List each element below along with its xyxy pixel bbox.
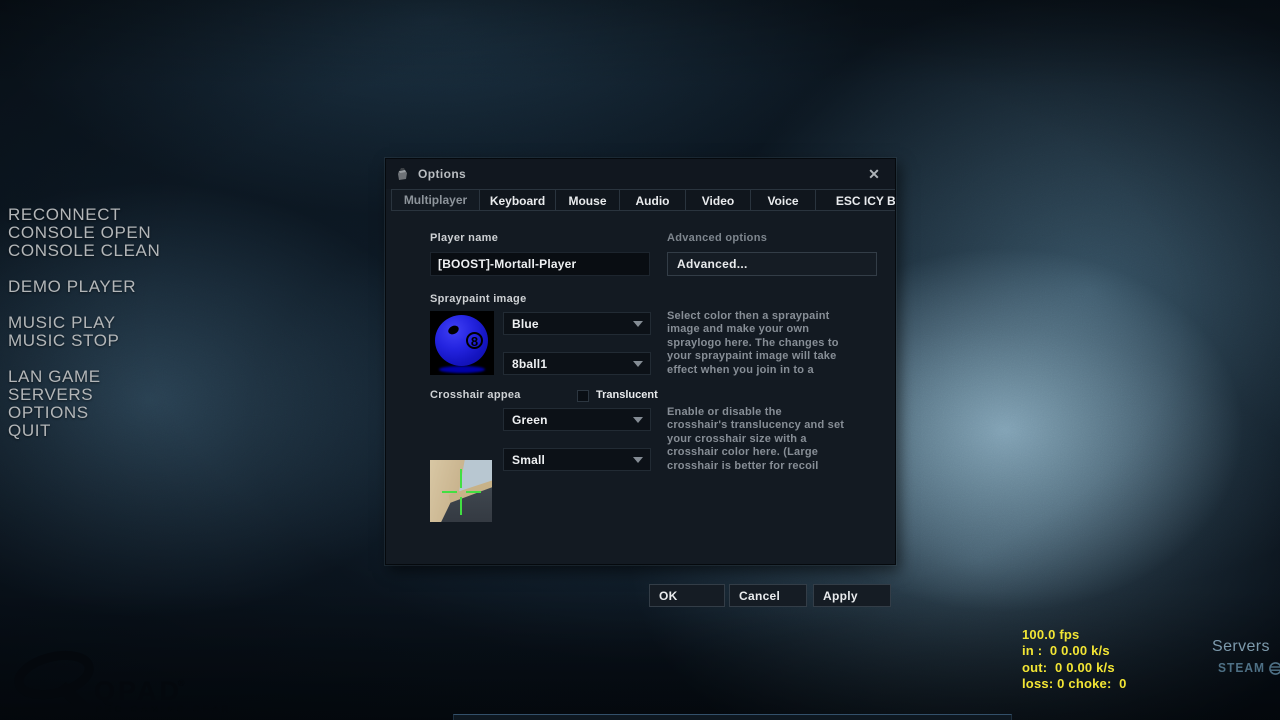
options-dialog-icon [396,167,409,181]
menu-item-servers[interactable]: SERVERS [8,386,160,404]
menu-item-music-stop[interactable]: MUSIC STOP [8,332,160,350]
spray-ball-number: 8 [466,332,483,349]
tab-multiplayer[interactable]: Multiplayer [391,189,480,211]
qpad-tagline: PRO GAMING GEAR [96,704,232,714]
spraypaint-help-text: Select color then a spraypaint image and… [667,310,880,378]
help-line: your crosshair size with a [667,433,880,446]
multiplayer-tab-content: Player name Advanced options Advanced...… [386,212,895,564]
advanced-button[interactable]: Advanced... [667,252,877,276]
fps-readout: 100.0 fps [1022,627,1127,643]
close-icon[interactable]: ✕ [863,164,885,184]
crosshair-segment [460,497,462,515]
crosshair-appearance-label: Crosshair appea [430,389,521,401]
spray-color-value: Blue [504,317,539,331]
spray-image-value: 8ball1 [504,357,547,371]
dialog-titlebar[interactable]: Options ✕ [386,159,895,189]
help-line: crosshair color here. (Large [667,446,880,459]
qpad-wordmark: QPAD [94,676,182,706]
tab-audio[interactable]: Audio [620,189,686,211]
spray-ball-shadow [439,366,485,373]
crosshair-size-dropdown[interactable]: Small [503,448,651,471]
dialog-title: Options [418,167,466,181]
tab-mouse[interactable]: Mouse [556,189,620,211]
ok-button[interactable]: OK [649,584,725,607]
menu-item-console-open[interactable]: CONSOLE OPEN [8,224,160,242]
advanced-options-label: Advanced options [667,232,767,244]
menu-item-quit[interactable]: QUIT [8,422,160,440]
menu-item-lan-game[interactable]: LAN GAME [8,368,160,386]
help-line: your spraypaint image will take [667,350,880,363]
help-line: spraylogo here. The changes to [667,337,880,350]
help-line: effect when you join in to a [667,364,880,377]
spray-color-dropdown[interactable]: Blue [503,312,651,335]
tab-voice[interactable]: Voice [751,189,816,211]
servers-link[interactable]: Servers [1212,638,1270,656]
cancel-button[interactable]: Cancel [729,584,807,607]
crosshair-preview [430,460,492,522]
help-line: crosshair is better for recoil [667,460,880,473]
steam-valve-icon [1269,662,1280,675]
dialog-tabbar: Multiplayer Keyboard Mouse Audio Video V… [391,189,895,211]
tab-video[interactable]: Video [686,189,751,211]
crosshair-segment [466,491,481,493]
spray-image-dropdown[interactable]: 8ball1 [503,352,651,375]
game-main-menu: RECONNECT CONSOLE OPEN CONSOLE CLEAN DEM… [8,206,160,440]
qpad-reg-mark: ® [178,678,185,688]
player-name-input[interactable] [430,252,650,276]
menu-item-options[interactable]: OPTIONS [8,404,160,422]
net-loss-readout: loss: 0 choke: 0 [1022,676,1127,692]
chevron-down-icon [633,321,643,327]
help-line: Select color then a spraypaint [667,310,880,323]
tab-keyboard[interactable]: Keyboard [480,189,556,211]
steam-logo-text: STEAM [1218,661,1265,676]
qpad-logo: QPAD ® PRO GAMING GEAR [6,648,256,718]
help-line: Enable or disable the [667,406,880,419]
menu-item-reconnect[interactable]: RECONNECT [8,206,160,224]
translucent-checkbox[interactable] [577,390,589,402]
crosshair-color-dropdown[interactable]: Green [503,408,651,431]
spray-ball-highlight [447,324,460,336]
translucent-label: Translucent [596,389,670,401]
console-window-top-edge [453,714,1012,720]
netgraph-hud: 100.0 fps in : 0 0.00 k/s out: 0 0.00 k/… [1022,627,1127,693]
crosshair-segment [460,469,462,488]
net-in-readout: in : 0 0.00 k/s [1022,643,1127,659]
net-out-readout: out: 0 0.00 k/s [1022,660,1127,676]
crosshair-size-value: Small [504,453,545,467]
chevron-down-icon [633,361,643,367]
crosshair-help-text: Enable or disable the crosshair's transl… [667,406,880,474]
options-dialog: Options ✕ Multiplayer Keyboard Mouse Aud… [385,158,896,565]
crosshair-color-value: Green [504,413,548,427]
help-line: image and make your own [667,323,880,336]
help-line: crosshair's translucency and set [667,419,880,432]
spraypaint-preview: 8 [430,311,494,375]
steam-logo: STEAM [1218,661,1280,675]
crosshair-segment [442,491,457,493]
tab-esc-icy-boost[interactable]: ESC ICY BO [816,189,895,211]
chevron-down-icon [633,457,643,463]
menu-item-music-play[interactable]: MUSIC PLAY [8,314,160,332]
menu-item-demo-player[interactable]: DEMO PLAYER [8,278,160,296]
spraypaint-image-label: Spraypaint image [430,293,527,305]
chevron-down-icon [633,417,643,423]
spray-8ball-image: 8 [435,315,488,366]
menu-item-console-clean[interactable]: CONSOLE CLEAN [8,242,160,260]
player-name-label: Player name [430,232,498,244]
apply-button[interactable]: Apply [813,584,891,607]
